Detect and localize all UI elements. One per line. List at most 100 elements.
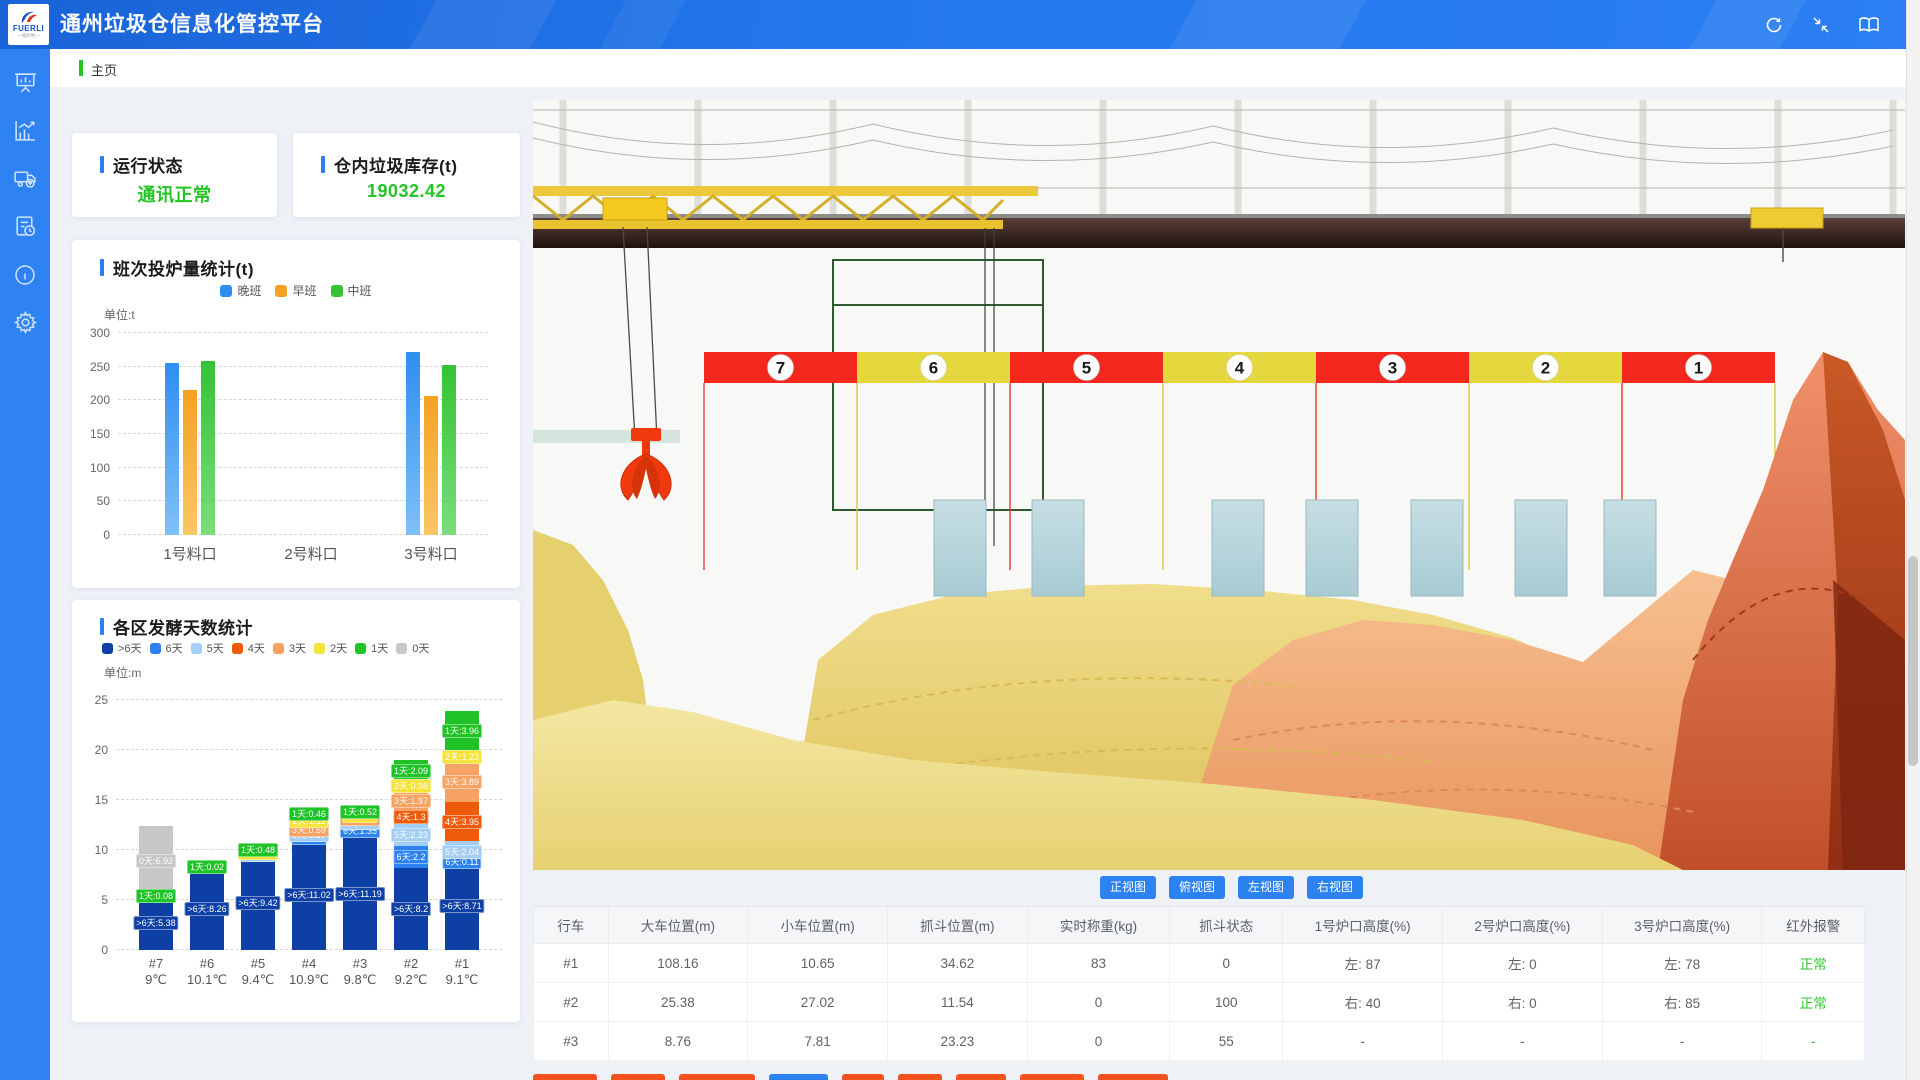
- table-cell: 83: [1027, 944, 1169, 983]
- page-scrollbar[interactable]: [1906, 0, 1920, 1080]
- x-axis-label: #39.8℃: [344, 956, 377, 988]
- legend-item[interactable]: >6天: [102, 640, 142, 656]
- legend-item[interactable]: 中班: [331, 282, 372, 299]
- segment-label: 2天:1.23: [442, 750, 482, 764]
- breadcrumb-label[interactable]: 主页: [91, 60, 117, 79]
- sidebar-item-info[interactable]: [0, 261, 50, 288]
- zone-number: 6: [929, 359, 938, 378]
- table-cell: 8.76: [608, 1022, 748, 1061]
- right-view-button[interactable]: 右视图: [1307, 876, 1363, 899]
- legend-item[interactable]: 0天: [396, 640, 429, 656]
- warehouse-3d-view[interactable]: 7654321: [533, 100, 1905, 870]
- app-root: FUERLI —福尔利— 通州垃圾仓信息化管控平台: [0, 0, 1920, 1080]
- y-axis-tick: 10: [95, 843, 108, 857]
- y-axis-tick: 50: [97, 494, 110, 508]
- logo-swoosh-icon: [19, 10, 39, 25]
- crane-id-label: #7: [145, 956, 167, 972]
- sidebar-item-report[interactable]: [0, 213, 50, 240]
- app-header: FUERLI —福尔利— 通州垃圾仓信息化管控平台: [0, 0, 1920, 49]
- bottom-action-button[interactable]: [842, 1074, 884, 1080]
- legend-item[interactable]: 早班: [275, 282, 316, 299]
- table-cell: 11.54: [888, 983, 1028, 1022]
- segment-label: 4天:3.95: [442, 815, 482, 829]
- temperature-label: 9.2℃: [395, 972, 428, 988]
- sidebar-nav: [0, 49, 50, 1080]
- temperature-label: 9.8℃: [344, 972, 377, 988]
- segment-label: 1天:0.02: [187, 860, 227, 874]
- crane-id-label: #1: [446, 956, 479, 972]
- table-cell: 右: 0: [1443, 983, 1603, 1022]
- legend-item[interactable]: 5天: [191, 640, 224, 656]
- x-axis-label: 3号料口: [404, 543, 457, 564]
- table-cell: 右: 40: [1283, 983, 1443, 1022]
- legend-item[interactable]: 2天: [314, 640, 347, 656]
- zone-number: 3: [1388, 359, 1397, 378]
- table-cell: 10.65: [748, 944, 888, 983]
- bottom-action-button[interactable]: [611, 1074, 665, 1080]
- bar-chart-icon: [13, 118, 38, 143]
- chart-legend: 晚班早班中班: [72, 282, 520, 299]
- legend-label: 6天: [166, 640, 183, 656]
- infrared-alarm-cell: 正常: [1762, 983, 1865, 1022]
- column-header: 大车位置(m): [608, 907, 748, 944]
- shrink-screen-icon[interactable]: [1811, 15, 1831, 35]
- legend-swatch: [220, 285, 232, 297]
- warehouse-3d-render: 7654321: [533, 100, 1905, 870]
- presentation-board-icon: [13, 70, 38, 95]
- card-title: 运行状态: [113, 152, 183, 177]
- legend-label: >6天: [118, 640, 142, 656]
- infrared-alarm-cell: -: [1762, 1022, 1865, 1061]
- chart-legend: >6天 6天 5天 4天 3天 2天 1天 0天: [72, 640, 520, 656]
- garbage-stock-card: 仓内垃圾库存(t) 19032.42: [293, 133, 520, 217]
- legend-item[interactable]: 6天: [150, 640, 183, 656]
- table-row: #1108.1610.6534.62830左: 87左: 0左: 78正常: [534, 944, 1865, 983]
- bottom-action-button[interactable]: [679, 1074, 755, 1080]
- bar: [165, 363, 179, 535]
- sidebar-item-statistics[interactable]: [0, 117, 50, 144]
- card-title: 仓内垃圾库存(t): [334, 152, 457, 177]
- refresh-icon[interactable]: [1764, 15, 1784, 35]
- legend-label: 3天: [289, 640, 306, 656]
- segment-label: 1天:3.96: [442, 724, 482, 738]
- bottom-action-button[interactable]: [956, 1074, 1006, 1080]
- sidebar-item-settings[interactable]: [0, 309, 50, 336]
- top-view-button[interactable]: 俯视图: [1169, 876, 1225, 899]
- bottom-action-button[interactable]: [533, 1074, 597, 1080]
- sidebar-item-vehicle[interactable]: [0, 165, 50, 192]
- front-view-button[interactable]: 正视图: [1100, 876, 1156, 899]
- zone-number: 2: [1541, 359, 1550, 378]
- legend-swatch: [331, 285, 343, 297]
- table-cell: -: [1283, 1022, 1443, 1061]
- legend-item[interactable]: 晚班: [220, 282, 261, 299]
- bottom-action-button[interactable]: [769, 1074, 828, 1080]
- bar-group: [165, 361, 215, 535]
- stacked-bar: [445, 711, 479, 950]
- bottom-action-button[interactable]: [1020, 1074, 1084, 1080]
- column-header: 实时称重(kg): [1027, 907, 1169, 944]
- scrollbar-thumb[interactable]: [1908, 556, 1918, 766]
- logo-subtext: —福尔利—: [17, 33, 40, 38]
- x-axis-label: #610.1℃: [187, 956, 227, 988]
- bottom-action-bar: [533, 1074, 1168, 1080]
- segment-label: 5天:2.04: [442, 845, 482, 859]
- book-icon[interactable]: [1858, 15, 1880, 35]
- left-view-button[interactable]: 左视图: [1238, 876, 1294, 899]
- table-cell: 23.23: [888, 1022, 1028, 1061]
- legend-item[interactable]: 4天: [232, 640, 265, 656]
- page-title: 通州垃圾仓信息化管控平台: [60, 0, 324, 49]
- bottom-action-button[interactable]: [1098, 1074, 1168, 1080]
- legend-item[interactable]: 1天: [355, 640, 388, 656]
- running-status-card: 运行状态 通讯正常: [72, 133, 277, 217]
- table-cell: 左: 0: [1443, 944, 1603, 983]
- temperature-label: 9.4℃: [242, 972, 275, 988]
- legend-item[interactable]: 3天: [273, 640, 306, 656]
- segment-label: 1天:0.08: [136, 889, 176, 903]
- crane-id-label: #4: [289, 956, 329, 972]
- bottom-action-button[interactable]: [898, 1074, 942, 1080]
- crane-trolley: [603, 198, 667, 220]
- title-accent: [100, 618, 104, 635]
- temperature-label: 10.1℃: [187, 972, 227, 988]
- x-axis-label: #79℃: [145, 956, 167, 988]
- header-actions: [1764, 0, 1880, 49]
- sidebar-item-dashboard[interactable]: [0, 69, 50, 96]
